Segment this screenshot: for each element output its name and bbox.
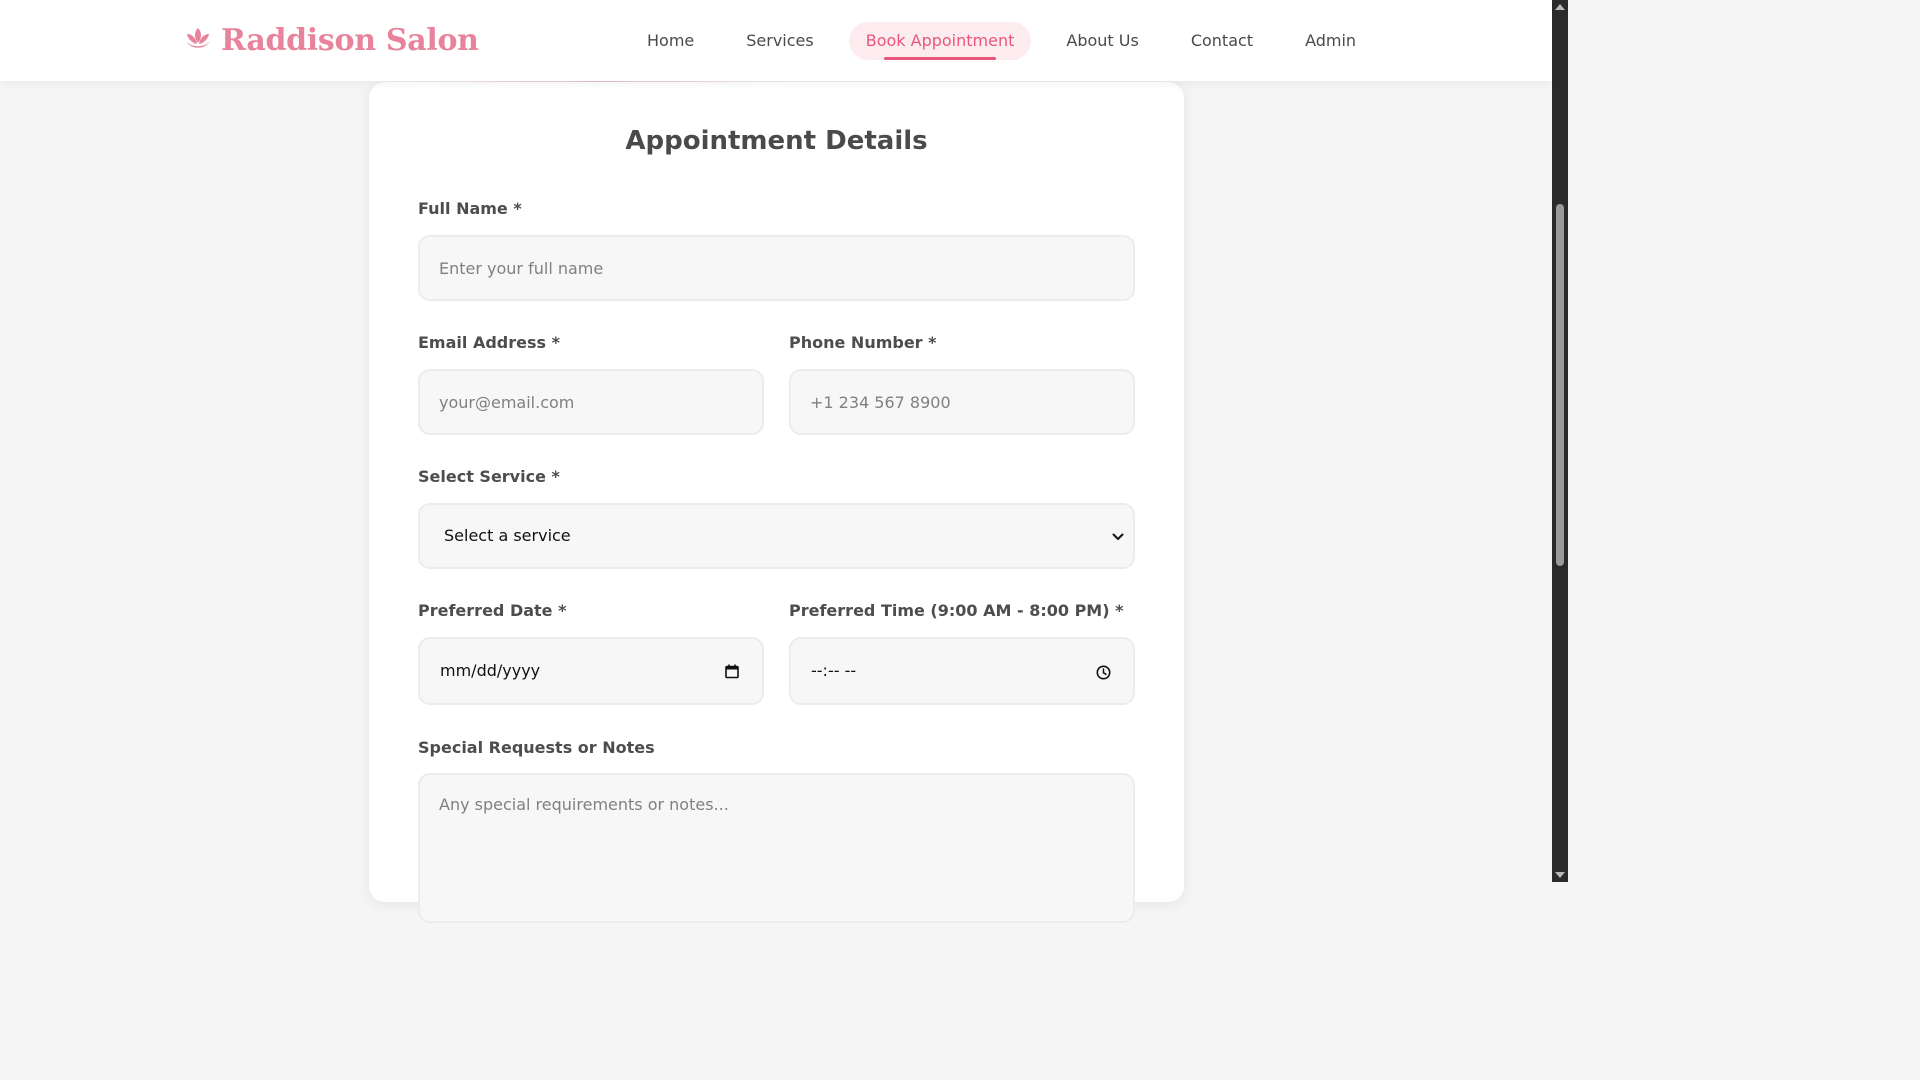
email-label: Email Address *	[418, 333, 560, 352]
notes-textarea[interactable]	[418, 773, 1135, 923]
phone-input[interactable]	[789, 369, 1135, 435]
time-label: Preferred Time (9:00 AM - 8:00 PM) *	[789, 601, 1124, 620]
lotus-icon	[183, 26, 221, 56]
service-select[interactable]: Select a service	[418, 503, 1135, 569]
date-label: Preferred Date *	[418, 601, 567, 620]
nav-admin[interactable]: Admin	[1288, 22, 1373, 60]
chevron-down-icon	[1111, 530, 1125, 544]
time-input[interactable]: --:-- --	[789, 637, 1135, 705]
service-label: Select Service *	[418, 467, 560, 486]
nav-home[interactable]: Home	[630, 22, 711, 60]
service-select-value: Select a service	[444, 526, 571, 545]
date-input[interactable]: mm/dd/yyyy	[418, 637, 764, 705]
date-input-value: mm/dd/yyyy	[440, 661, 541, 680]
time-input-value: --:-- --	[811, 661, 857, 680]
full-name-label: Full Name *	[418, 199, 522, 218]
full-name-input[interactable]	[418, 235, 1135, 301]
main-nav: Home Services Book Appointment About Us …	[630, 22, 1391, 60]
nav-contact[interactable]: Contact	[1174, 22, 1270, 60]
brand-name: Raddison Salon	[221, 23, 479, 58]
form-title: Appointment Details	[625, 126, 928, 156]
email-input[interactable]	[418, 369, 764, 435]
nav-book-appointment[interactable]: Book Appointment	[848, 22, 1032, 60]
calendar-icon[interactable]	[724, 663, 740, 679]
nav-about-us[interactable]: About Us	[1049, 22, 1155, 60]
appointment-form-card: Appointment Details Full Name * Email Ad…	[369, 80, 1184, 923]
page-scrollbar[interactable]	[1552, 0, 1568, 882]
site-header: Raddison Salon Home Services Book Appoin…	[0, 0, 1552, 81]
scroll-thumb[interactable]	[1556, 204, 1564, 566]
clock-icon[interactable]	[1095, 664, 1111, 680]
scroll-up-icon[interactable]	[1555, 4, 1565, 10]
scroll-down-icon[interactable]	[1555, 872, 1565, 878]
notes-label: Special Requests or Notes	[418, 738, 655, 757]
brand-logo[interactable]: Raddison Salon	[183, 22, 479, 60]
phone-label: Phone Number *	[789, 333, 937, 352]
nav-services[interactable]: Services	[729, 22, 830, 60]
